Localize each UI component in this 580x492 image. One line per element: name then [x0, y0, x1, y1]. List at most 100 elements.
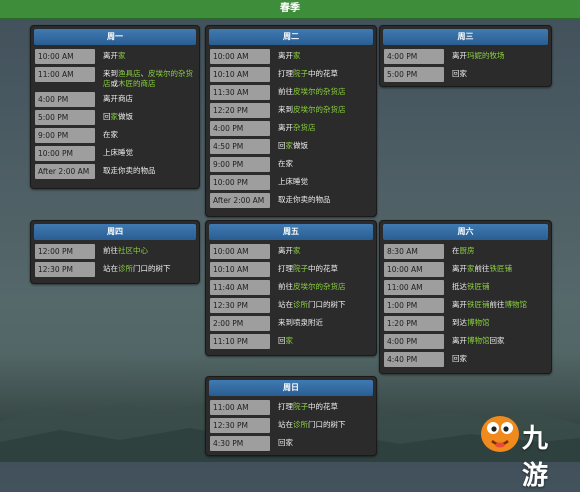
activity-fragment: 离开	[278, 51, 293, 60]
location-highlight: 院子	[293, 402, 308, 411]
schedule-row: 10:00 PM 上床睡觉	[210, 175, 372, 191]
location-highlight: 皮埃尔的杂货店	[293, 282, 346, 291]
day-card-thu: 周四 12:00 PM 前往社区中心 12:30 PM 站在诊所门口的树下	[30, 220, 200, 284]
time-label: 5:00 PM	[35, 109, 95, 125]
activity-fragment: 到达	[452, 318, 467, 327]
schedule-row: 2:00 PM 来到喷泉附近	[210, 316, 372, 332]
activity-text: 站在诊所门口的树下	[278, 298, 370, 310]
time-label: 10:00 PM	[210, 175, 270, 190]
schedule-row: 12:30 PM 站在诊所门口的树下	[210, 418, 372, 434]
schedule-row: 1:00 PM 离开铁匠铺前往博物馆	[384, 298, 547, 314]
activity-text: 离开家	[278, 244, 370, 256]
activity-fragment: 中的花草	[308, 69, 338, 78]
time-label: 11:10 PM	[210, 334, 270, 349]
activity-fragment: 做饭	[293, 141, 308, 150]
location-highlight: 社区中心	[118, 246, 148, 255]
day-card-sun: 周日 11:00 AM 打理院子中的花草 12:30 PM 站在诊所门口的树下 4:30 …	[205, 376, 377, 456]
activity-text: 站在诊所门口的树下	[103, 262, 193, 274]
schedule-row: 11:30 AM 前往皮埃尔的杂货店	[210, 85, 372, 101]
schedule-row: 1:20 PM 到达博物馆	[384, 316, 547, 332]
activity-text: 站在诊所门口的树下	[278, 418, 370, 430]
activity-text: 抵达铁匠铺	[452, 280, 545, 292]
location-highlight: 家	[285, 141, 294, 150]
activity-fragment: 回家	[452, 69, 467, 78]
day-header-sat: 周六	[383, 224, 548, 240]
time-label: 11:00 AM	[210, 400, 270, 415]
day-header-wed: 周三	[383, 29, 548, 45]
activity-fragment: 前往	[103, 246, 118, 255]
time-label: 8:30 AM	[384, 244, 444, 259]
activity-text: 来到皮埃尔的杂货店	[278, 103, 370, 115]
activity-fragment: 在家	[278, 159, 293, 168]
time-label: 1:00 PM	[384, 298, 444, 313]
location-highlight: 杂货店	[293, 123, 316, 132]
time-label: 4:00 PM	[384, 334, 444, 349]
schedule-row: 11:40 AM 前往皮埃尔的杂货店	[210, 280, 372, 296]
schedule-row: 4:40 PM 回家	[384, 352, 547, 368]
schedule-row: 5:00 PM 回家	[384, 67, 547, 83]
schedule-row: 4:00 PM 离开商店	[35, 91, 195, 108]
activity-fragment: 站在	[278, 300, 293, 309]
activity-fragment: 或	[110, 79, 119, 88]
schedule-row: 10:00 AM 离开家	[210, 49, 372, 65]
location-highlight: 皮埃尔的杂货店	[293, 87, 346, 96]
season-header: 春季	[0, 0, 580, 19]
location-highlight: 家	[118, 51, 126, 60]
schedule-row: 10:10 AM 打理院子中的花草	[210, 67, 372, 83]
time-label: 9:00 PM	[35, 127, 95, 143]
schedule-row: 4:00 PM 离开玛妮的牧场	[384, 49, 547, 65]
time-label: After 2:00 AM	[210, 193, 270, 208]
activity-fragment: 离开商店	[103, 93, 133, 103]
time-label: 11:00 AM	[384, 280, 444, 295]
time-label: 12:20 PM	[210, 103, 270, 118]
day-card-mon: 周一 10:00 AM 离开家 11:00 AM 来到渔具店、皮埃尔的杂货店或木匠的商店…	[30, 25, 200, 189]
schedule-row: 11:00 AM 抵达铁匠铺	[384, 280, 547, 296]
activity-text: 离开家前往铁匠铺	[452, 262, 545, 274]
activity-text: 离开铁匠铺前往博物馆	[452, 298, 545, 310]
time-label: 10:10 AM	[210, 262, 270, 277]
time-label: 9:00 PM	[210, 157, 270, 172]
activity-text: 上床睡觉	[278, 175, 370, 187]
schedule-row: After 2:00 AM 取走你卖的物品	[210, 193, 372, 209]
activity-text: 在家	[278, 157, 370, 169]
time-label: 10:00 AM	[210, 49, 270, 64]
schedule-row: 12:30 PM 站在诊所门口的树下	[35, 262, 195, 278]
activity-fragment: 来到	[278, 105, 293, 114]
location-highlight: 家	[293, 51, 301, 60]
activity-fragment: 做饭	[118, 111, 133, 121]
location-highlight: 家	[467, 264, 475, 273]
activity-fragment: 来到喷泉附近	[278, 318, 323, 327]
activity-text: 取走你卖的物品	[103, 164, 193, 176]
time-label: 4:00 PM	[35, 91, 95, 107]
schedule-row: 9:00 PM 在家	[35, 127, 195, 144]
activity-fragment: 中的花草	[308, 402, 338, 411]
schedule-row: 12:30 PM 站在诊所门口的树下	[210, 298, 372, 314]
activity-fragment: 离开	[452, 51, 467, 60]
time-label: 12:30 PM	[210, 418, 270, 433]
location-highlight: 渔具店	[118, 69, 141, 78]
time-label: 11:00 AM	[35, 67, 95, 82]
activity-text: 离开商店	[103, 92, 193, 104]
activity-fragment: 回家	[452, 354, 467, 363]
time-label: 5:00 PM	[384, 67, 444, 82]
activity-text: 前往皮埃尔的杂货店	[278, 85, 370, 97]
location-highlight: 博物馆	[467, 336, 490, 345]
activity-fragment: 回	[103, 111, 111, 121]
time-label: 4:40 PM	[384, 352, 444, 367]
day-header-mon: 周一	[34, 29, 196, 45]
location-highlight: 家	[285, 336, 294, 345]
time-label: 4:50 PM	[210, 139, 270, 154]
activity-text: 回家	[452, 67, 545, 79]
activity-fragment: 中的花草	[308, 264, 338, 273]
activity-text: 回家	[278, 436, 370, 448]
schedule-row: 11:00 AM 打理院子中的花草	[210, 400, 372, 416]
activity-fragment: 回家	[489, 336, 505, 345]
location-highlight: 皮埃尔的杂货店	[293, 105, 346, 114]
activity-text: 离开杂货店	[278, 121, 370, 133]
schedule-row: 5:00 PM 回家做饭	[35, 109, 195, 126]
schedule-row: 10:00 AM 离开家	[210, 244, 372, 260]
day-card-wed: 周三 4:00 PM 离开玛妮的牧场 5:00 PM 回家	[379, 25, 552, 87]
activity-fragment: 离开	[103, 51, 118, 60]
time-label: 10:00 AM	[384, 262, 444, 277]
activity-text: 在家	[103, 128, 193, 140]
